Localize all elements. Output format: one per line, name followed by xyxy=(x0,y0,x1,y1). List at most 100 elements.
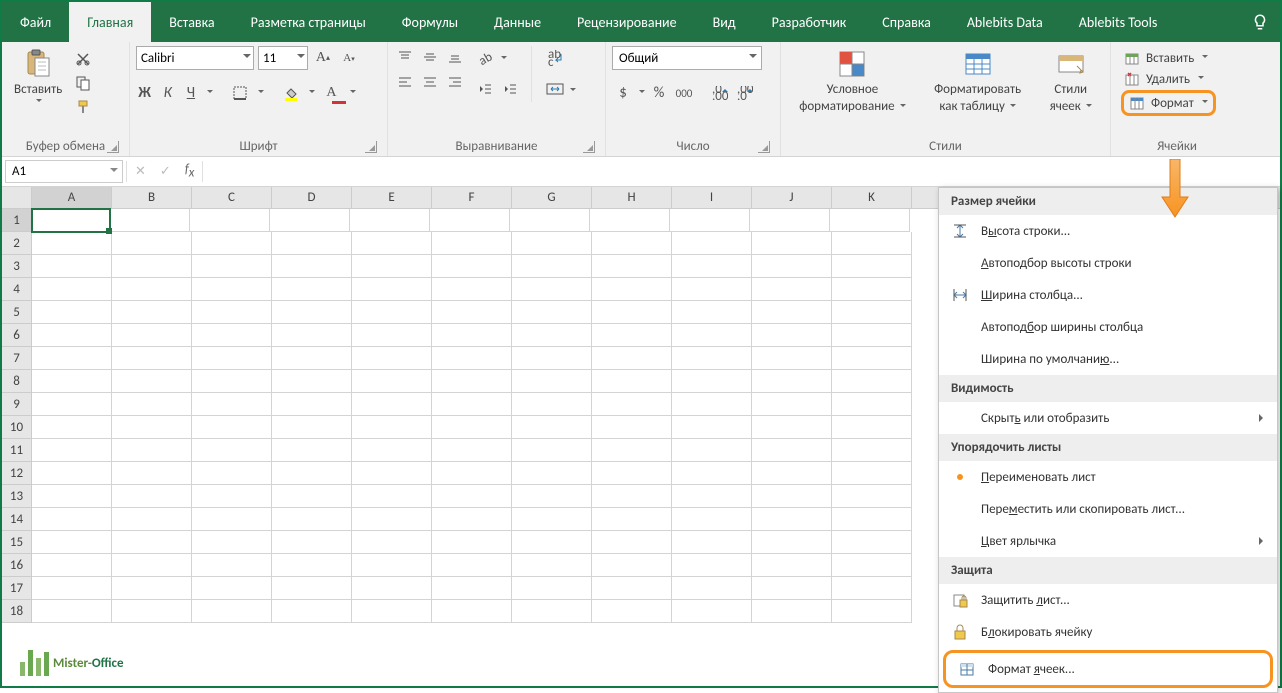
cell[interactable] xyxy=(512,347,592,370)
cell[interactable] xyxy=(592,324,672,347)
cell[interactable] xyxy=(512,301,592,324)
cell[interactable] xyxy=(192,301,272,324)
column-header[interactable]: H xyxy=(592,187,672,208)
row-header[interactable]: 4 xyxy=(2,278,32,301)
cell[interactable] xyxy=(32,485,112,508)
row-header[interactable]: 9 xyxy=(2,393,32,416)
cell[interactable] xyxy=(752,600,832,623)
cell[interactable] xyxy=(752,232,832,255)
cell[interactable] xyxy=(832,301,912,324)
cell[interactable] xyxy=(32,439,112,462)
cell[interactable] xyxy=(672,439,752,462)
font-name-combo[interactable]: Calibri xyxy=(136,46,254,70)
cell[interactable] xyxy=(352,301,432,324)
row-header[interactable]: 16 xyxy=(2,554,32,577)
cell[interactable] xyxy=(592,278,672,301)
copy-button[interactable] xyxy=(72,72,94,94)
cell[interactable] xyxy=(352,485,432,508)
cell[interactable] xyxy=(272,232,352,255)
cell[interactable] xyxy=(352,232,432,255)
cell[interactable] xyxy=(430,209,510,232)
cell[interactable] xyxy=(592,600,672,623)
cell[interactable] xyxy=(592,577,672,600)
cell[interactable] xyxy=(672,554,752,577)
cell[interactable] xyxy=(672,370,752,393)
tab-developer[interactable]: Разработчик xyxy=(754,2,865,42)
align-middle-button[interactable] xyxy=(419,46,441,68)
cell[interactable] xyxy=(352,577,432,600)
format-cells-button[interactable]: Формат xyxy=(1126,93,1211,113)
row-header[interactable]: 10 xyxy=(2,416,32,439)
cell[interactable] xyxy=(592,232,672,255)
cell[interactable] xyxy=(32,301,112,324)
cell[interactable] xyxy=(192,485,272,508)
cell[interactable] xyxy=(432,485,512,508)
orientation-button[interactable]: ab xyxy=(474,48,496,70)
tab-view[interactable]: Вид xyxy=(695,2,754,42)
cell[interactable] xyxy=(592,462,672,485)
cell[interactable] xyxy=(512,600,592,623)
cell[interactable] xyxy=(352,393,432,416)
column-header[interactable]: A xyxy=(32,187,112,208)
menu-item-move-copy-sheet[interactable]: Переместить или скопировать лист... xyxy=(939,493,1277,525)
conditional-formatting-button[interactable]: Условное форматирование xyxy=(793,46,911,116)
name-box[interactable]: A1 xyxy=(5,160,123,183)
dialog-launcher-icon[interactable] xyxy=(758,141,770,153)
cell[interactable] xyxy=(832,600,912,623)
cell[interactable] xyxy=(672,462,752,485)
cell[interactable] xyxy=(352,531,432,554)
cell[interactable] xyxy=(352,462,432,485)
comma-style-button[interactable]: 000 xyxy=(673,82,695,104)
cell[interactable] xyxy=(752,577,832,600)
format-painter-button[interactable] xyxy=(72,96,94,118)
cell[interactable] xyxy=(592,485,672,508)
cell[interactable] xyxy=(672,324,752,347)
row-header[interactable]: 2 xyxy=(2,232,32,255)
cell[interactable] xyxy=(832,531,912,554)
delete-cells-button[interactable]: Удалить xyxy=(1121,69,1216,89)
cell[interactable] xyxy=(112,393,192,416)
cell[interactable] xyxy=(192,531,272,554)
column-header[interactable]: B xyxy=(112,187,192,208)
cell[interactable] xyxy=(670,209,750,232)
cell[interactable] xyxy=(512,554,592,577)
cell[interactable] xyxy=(512,255,592,278)
cell[interactable] xyxy=(112,577,192,600)
cell[interactable] xyxy=(432,531,512,554)
cell[interactable] xyxy=(512,508,592,531)
cell[interactable] xyxy=(112,554,192,577)
cell[interactable] xyxy=(590,209,670,232)
cell[interactable] xyxy=(112,232,192,255)
row-header[interactable]: 15 xyxy=(2,531,32,554)
cell[interactable] xyxy=(832,278,912,301)
cell[interactable] xyxy=(512,370,592,393)
column-header[interactable]: G xyxy=(512,187,592,208)
cell[interactable] xyxy=(512,439,592,462)
menu-item-hide-show[interactable]: Скрыть или отобразить xyxy=(939,402,1277,434)
cell[interactable] xyxy=(352,347,432,370)
cell[interactable] xyxy=(112,370,192,393)
cell[interactable] xyxy=(272,577,352,600)
cell-styles-button[interactable]: Стили ячеек xyxy=(1044,46,1098,116)
cell[interactable] xyxy=(512,531,592,554)
cell[interactable] xyxy=(832,485,912,508)
cell[interactable] xyxy=(752,439,832,462)
cell[interactable] xyxy=(432,554,512,577)
cell[interactable] xyxy=(832,508,912,531)
cell[interactable] xyxy=(672,577,752,600)
cell[interactable] xyxy=(192,278,272,301)
tab-page-layout[interactable]: Разметка страницы xyxy=(233,2,384,42)
cell[interactable] xyxy=(32,393,112,416)
column-header[interactable]: D xyxy=(272,187,352,208)
cell[interactable] xyxy=(352,508,432,531)
cell[interactable] xyxy=(352,600,432,623)
cell[interactable] xyxy=(592,255,672,278)
cell[interactable] xyxy=(672,255,752,278)
cell[interactable] xyxy=(832,416,912,439)
merge-button[interactable] xyxy=(542,78,568,100)
cell[interactable] xyxy=(672,232,752,255)
fill-color-button[interactable] xyxy=(280,82,301,104)
cell[interactable] xyxy=(32,531,112,554)
cell[interactable] xyxy=(352,439,432,462)
cell[interactable] xyxy=(192,393,272,416)
